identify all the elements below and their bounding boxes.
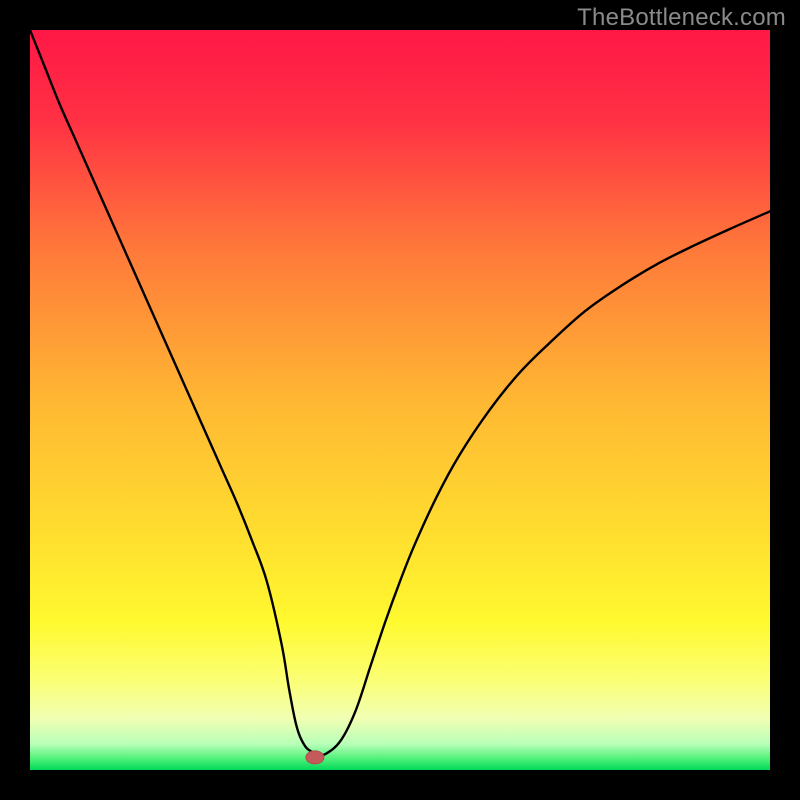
watermark-text: TheBottleneck.com bbox=[577, 4, 786, 32]
chart-frame: TheBottleneck.com bbox=[0, 0, 800, 800]
gradient-background bbox=[30, 30, 770, 770]
plot-area bbox=[30, 30, 770, 770]
optimal-point-marker bbox=[306, 751, 324, 764]
bottleneck-curve-chart bbox=[30, 30, 770, 770]
